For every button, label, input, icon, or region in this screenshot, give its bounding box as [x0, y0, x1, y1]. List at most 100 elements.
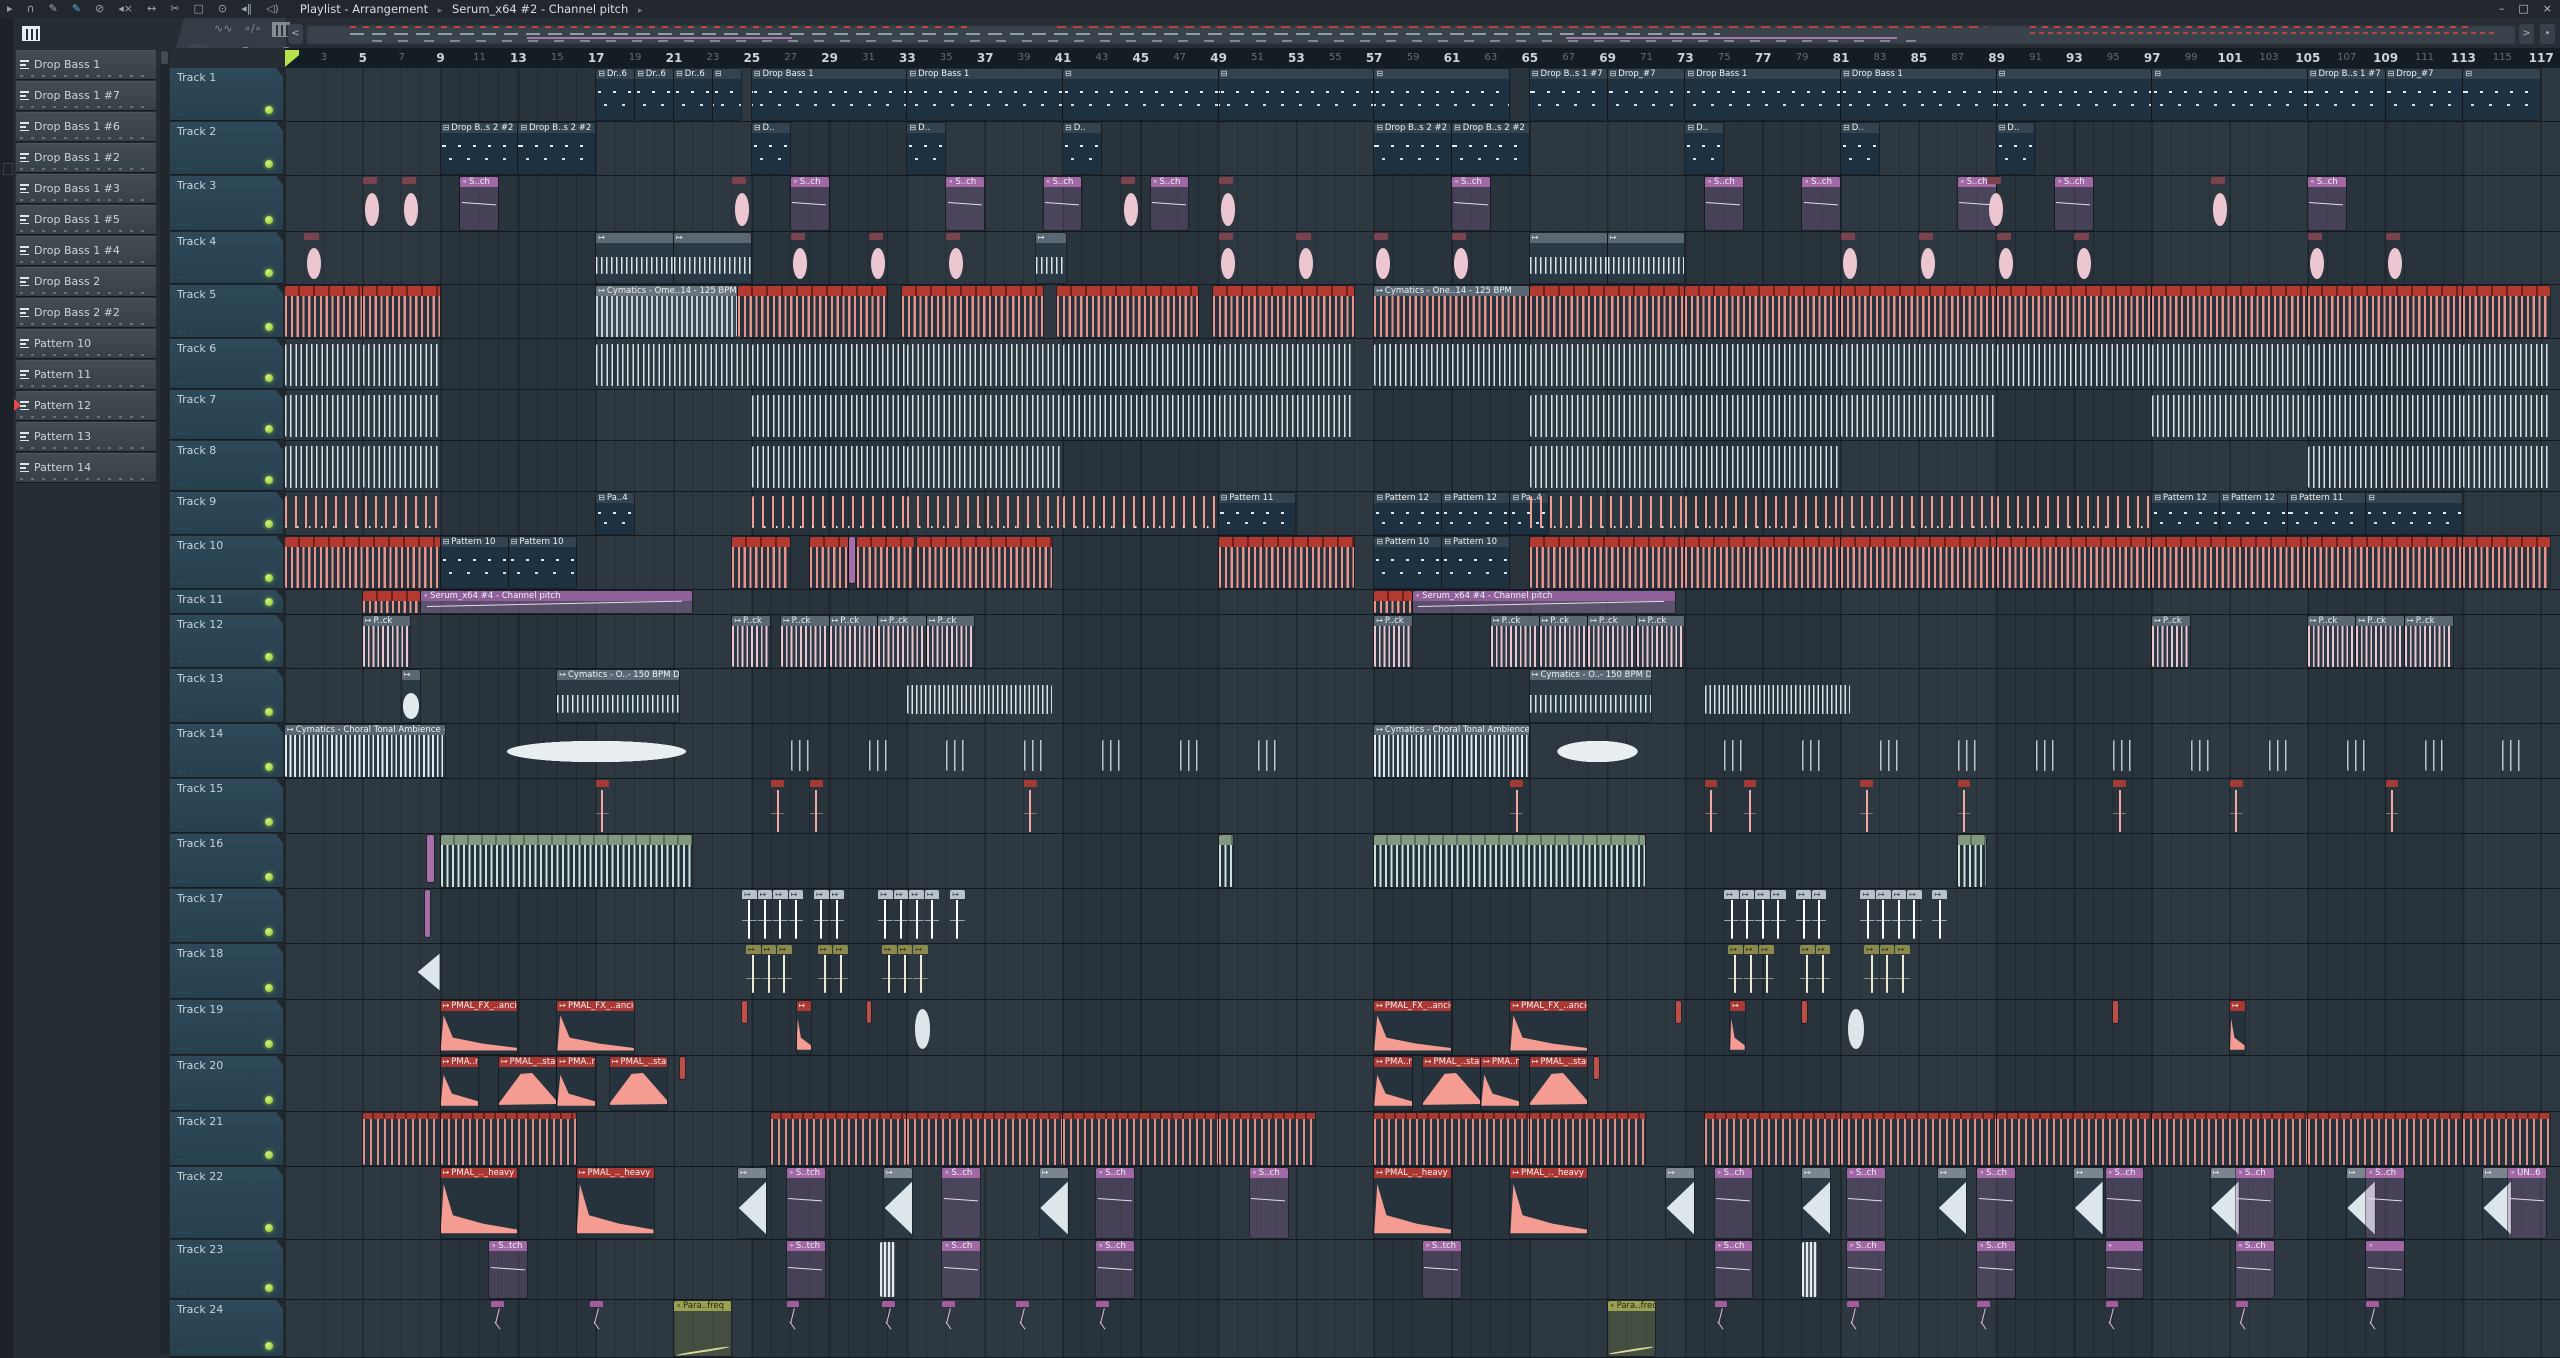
audio-clip[interactable]: ↦ [1039, 1168, 1068, 1238]
audio-clip[interactable] [751, 344, 907, 386]
automation-clip[interactable]: ∘ S..ch [942, 1241, 981, 1298]
audio-clip[interactable] [856, 537, 915, 588]
track-lane[interactable] [285, 615, 2560, 669]
audio-clip[interactable]: ↦ P..ck [926, 616, 975, 667]
pattern-clip[interactable]: ⊟ Pattern 10 [1374, 537, 1442, 588]
audio-clip[interactable]: ↦ P..ck [2405, 616, 2453, 667]
track-lane[interactable] [285, 1300, 2560, 1358]
automation-clip[interactable]: ∘ S..ch [2235, 1241, 2274, 1298]
audio-clip[interactable]: ↦ [1811, 890, 1827, 942]
automation-clip[interactable] [425, 890, 430, 937]
dock-icon[interactable] [3, 163, 13, 175]
audio-clip[interactable] [1529, 286, 1685, 337]
audio-clip[interactable] [1704, 1113, 1840, 1165]
pattern-clip[interactable]: ⊟ D.. [1063, 123, 1101, 174]
track-header[interactable]: Track 6… [170, 339, 283, 389]
audio-clip[interactable]: ↦ [1879, 945, 1895, 998]
audio-clip[interactable] [446, 732, 747, 771]
audio-clip[interactable] [907, 395, 1062, 437]
audio-clip[interactable]: ↦ [1529, 233, 1607, 283]
audio-clip[interactable] [1841, 286, 1996, 337]
automation-clip[interactable] [882, 1301, 895, 1333]
pattern-clip[interactable]: ⊟ Drop B..s 2 #2 [518, 123, 596, 174]
pattern-clip[interactable]: ⊟ Pattern 10 [508, 537, 576, 588]
audio-clip[interactable] [1218, 537, 1354, 588]
audio-clip[interactable] [1685, 496, 1840, 528]
automation-clip[interactable] [1846, 1301, 1860, 1333]
audio-clip[interactable] [1063, 1113, 1218, 1165]
slice-icon[interactable]: ✂ [170, 0, 179, 18]
audio-clip[interactable] [1996, 537, 2152, 588]
pattern-list-item[interactable]: Drop Bass 1 [16, 50, 156, 79]
audio-clip[interactable]: ↦Cymatics - Choral Tonal Ambience - D [1374, 725, 1529, 777]
automation-clip[interactable] [590, 1301, 603, 1333]
audio-clip[interactable] [880, 1242, 895, 1297]
automation-clip[interactable] [1096, 1301, 1109, 1333]
automation-clip[interactable]: ∘ S..ch [1714, 1241, 1753, 1298]
audio-clip[interactable] [1057, 286, 1199, 337]
audio-clip[interactable] [1675, 1001, 1681, 1023]
audio-clip[interactable]: ↦ PMAL_.._heavy [576, 1168, 654, 1238]
audio-clip[interactable] [1957, 780, 1971, 832]
automation-clip[interactable] [426, 835, 434, 882]
pattern-clip[interactable]: ⊟ Pattern 12 [1374, 493, 1442, 534]
pattern-clip[interactable]: ⊟ [2366, 493, 2463, 534]
audio-clip[interactable]: ↦PMAL_FX_..ancient [1510, 1001, 1588, 1054]
pattern-clip[interactable]: ⊟ Drop B..s 1 #7 [1529, 69, 1607, 120]
audio-clip[interactable] [1024, 780, 1037, 832]
audio-clip[interactable] [362, 177, 381, 230]
audio-clip[interactable] [1529, 344, 1685, 386]
audio-clip[interactable] [2463, 446, 2550, 488]
track-enable-led[interactable] [265, 574, 273, 582]
audio-clip[interactable]: ↦ [1932, 890, 1947, 942]
audio-clip[interactable] [907, 446, 1062, 488]
automation-clip[interactable]: ∘ S..ch [1802, 177, 1840, 230]
pattern-clip[interactable]: ⊟ Drop Bass 1 [1685, 69, 1840, 120]
audio-clip[interactable]: ↦ [1728, 945, 1743, 998]
pattern-clip[interactable]: ⊟ [2152, 69, 2307, 120]
audio-clip[interactable]: ↦ PMA..n [440, 1057, 479, 1110]
audio-clip[interactable]: ↦ [1864, 945, 1879, 998]
automation-clip[interactable]: ∘ Para..freq [674, 1301, 732, 1356]
audio-clip[interactable] [946, 740, 965, 771]
audio-clip[interactable]: ↦PMAL_..stable [1529, 1057, 1588, 1110]
pattern-clip[interactable]: ⊟ Drop Bass 1 [907, 69, 1062, 120]
audio-clip[interactable] [1847, 1001, 1865, 1054]
pattern-clip[interactable]: ⊟ Drop Bass 1 [751, 69, 907, 120]
track-header[interactable]: Track 20… [170, 1056, 283, 1111]
audio-clip[interactable]: ↦ PMAL_.._heavy [1510, 1168, 1588, 1238]
pattern-list-item[interactable]: Drop Bass 1 #3 [16, 174, 156, 203]
pattern-list-item[interactable]: Drop Bass 2 #2 [16, 298, 156, 327]
audio-clip[interactable] [1218, 395, 1354, 437]
audio-clip[interactable] [2307, 395, 2463, 437]
audio-clip[interactable] [2424, 740, 2443, 771]
automation-clip[interactable] [786, 1301, 800, 1333]
audio-clip[interactable]: ↦ [913, 945, 928, 998]
audio-clip[interactable]: ↦ P..ck [2356, 616, 2405, 667]
audio-clip[interactable] [362, 344, 440, 386]
track-header[interactable]: Track 5… [170, 285, 283, 338]
track-enable-led[interactable] [265, 476, 273, 484]
audio-clip[interactable] [751, 395, 907, 437]
automation-clip[interactable]: ∘ S..ch [1846, 1168, 1885, 1238]
automation-clip[interactable] [849, 537, 855, 583]
audio-clip[interactable] [1218, 177, 1237, 230]
audio-clip[interactable]: ↦ [897, 945, 913, 998]
audio-clip[interactable]: ↦ [401, 670, 421, 722]
audio-clip[interactable] [1841, 537, 1996, 588]
audio-clip[interactable] [2346, 740, 2366, 771]
audio-clip[interactable] [868, 233, 887, 283]
audio-clip[interactable] [738, 286, 887, 337]
audio-clip[interactable] [1841, 395, 1996, 437]
pattern-clip[interactable]: ⊟ Pattern 12 [1442, 493, 1510, 534]
automation-clip[interactable]: ∘ S..ch [1150, 177, 1189, 230]
audio-clip[interactable] [440, 835, 693, 887]
audio-clip[interactable]: ↦PMAL_FX_..ancient [557, 1001, 635, 1054]
audio-clip[interactable] [2152, 344, 2307, 386]
audio-clip[interactable] [1704, 780, 1718, 832]
track-enable-led[interactable] [265, 323, 273, 331]
automation-clip[interactable]: ∘ S..ch [1846, 1241, 1885, 1298]
track-enable-led[interactable] [265, 1284, 273, 1292]
pattern-list-item[interactable]: Drop Bass 1 #4 [16, 236, 156, 265]
pattern-clip[interactable]: ⊟ Pattern 11 [2288, 493, 2366, 534]
